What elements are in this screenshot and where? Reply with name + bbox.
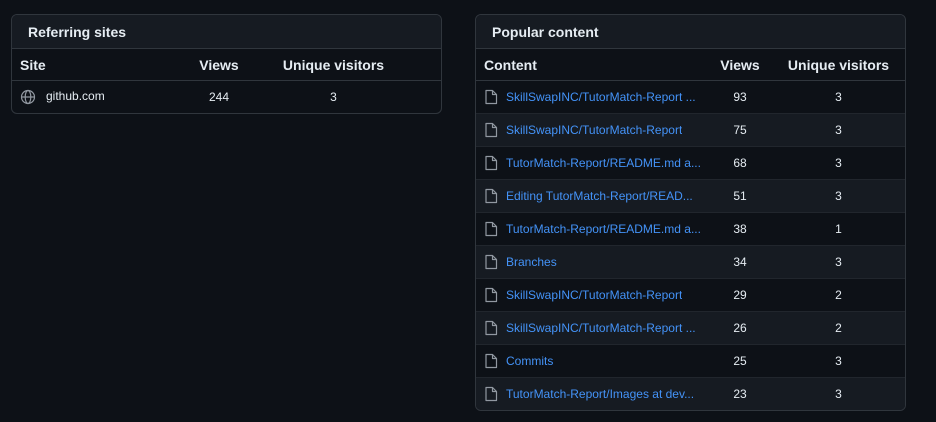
- views-value: 25: [708, 344, 772, 378]
- table-row[interactable]: SkillSwapINC/TutorMatch-Report 75 3: [476, 113, 905, 147]
- column-header-views: Views: [172, 49, 266, 81]
- file-icon: [484, 155, 498, 171]
- unique-visitors-value: 1: [772, 212, 905, 246]
- referring-sites-table: Site Views Unique visitors github.com 24…: [12, 49, 441, 113]
- unique-visitors-value: 3: [772, 113, 905, 147]
- popular-content-table: Content Views Unique visitors SkillSwapI…: [476, 49, 905, 410]
- table-row[interactable]: Branches 34 3: [476, 245, 905, 279]
- views-value: 38: [708, 212, 772, 246]
- views-value: 26: [708, 311, 772, 345]
- globe-icon: [20, 89, 36, 105]
- content-cell: SkillSwapINC/TutorMatch-Report ...: [476, 311, 708, 345]
- unique-visitors-value: 2: [772, 278, 905, 312]
- views-value: 75: [708, 113, 772, 147]
- referring-sites-title: Referring sites: [12, 15, 441, 49]
- file-icon: [484, 221, 498, 237]
- site-cell: github.com: [12, 81, 172, 114]
- table-row[interactable]: Editing TutorMatch-Report/READ... 51 3: [476, 179, 905, 213]
- unique-visitors-value: 3: [772, 344, 905, 378]
- table-row[interactable]: TutorMatch-Report/README.md a... 38 1: [476, 212, 905, 246]
- content-cell: Commits: [476, 344, 708, 378]
- unique-visitors-value: 3: [772, 245, 905, 279]
- content-cell: TutorMatch-Report/Images at dev...: [476, 377, 708, 410]
- views-value: 29: [708, 278, 772, 312]
- popular-content-panel: Popular content Content Views Unique vis…: [475, 14, 906, 411]
- table-row[interactable]: Commits 25 3: [476, 344, 905, 378]
- content-cell: SkillSwapINC/TutorMatch-Report ...: [476, 81, 708, 114]
- content-cell: TutorMatch-Report/README.md a...: [476, 146, 708, 180]
- table-row[interactable]: SkillSwapINC/TutorMatch-Report ... 93 3: [476, 81, 905, 114]
- column-header-content: Content: [476, 49, 708, 81]
- content-cell: TutorMatch-Report/README.md a...: [476, 212, 708, 246]
- file-icon: [484, 320, 498, 336]
- table-row[interactable]: github.com 244 3: [12, 81, 441, 114]
- views-value: 34: [708, 245, 772, 279]
- referring-sites-panel: Referring sites Site Views Unique visito…: [11, 14, 442, 114]
- unique-visitors-value: 3: [772, 179, 905, 213]
- content-link[interactable]: SkillSwapINC/TutorMatch-Report: [506, 123, 682, 137]
- column-header-views: Views: [708, 49, 772, 81]
- content-cell: SkillSwapINC/TutorMatch-Report: [476, 278, 708, 312]
- file-icon: [484, 188, 498, 204]
- file-icon: [484, 89, 498, 105]
- unique-visitors-value: 3: [772, 377, 905, 410]
- site-name: github.com: [46, 89, 105, 104]
- table-row[interactable]: SkillSwapINC/TutorMatch-Report 29 2: [476, 278, 905, 312]
- views-value: 51: [708, 179, 772, 213]
- content-cell: Editing TutorMatch-Report/READ...: [476, 179, 708, 213]
- content-link[interactable]: SkillSwapINC/TutorMatch-Report: [506, 288, 682, 302]
- column-header-unique-visitors: Unique visitors: [772, 49, 905, 81]
- views-value: 93: [733, 90, 747, 104]
- table-row[interactable]: TutorMatch-Report/README.md a... 68 3: [476, 146, 905, 180]
- popular-content-title: Popular content: [476, 15, 905, 49]
- views-value: 244: [208, 90, 230, 104]
- unique-visitors-value: 2: [772, 311, 905, 345]
- content-cell: SkillSwapINC/TutorMatch-Report: [476, 113, 708, 147]
- table-row[interactable]: TutorMatch-Report/Images at dev... 23 3: [476, 377, 905, 410]
- file-icon: [484, 254, 498, 270]
- file-icon: [484, 353, 498, 369]
- unique-visitors-value: 3: [835, 90, 842, 104]
- table-row[interactable]: SkillSwapINC/TutorMatch-Report ... 26 2: [476, 311, 905, 345]
- views-value: 23: [708, 377, 772, 410]
- content-cell: Branches: [476, 245, 708, 279]
- file-icon: [484, 386, 498, 402]
- column-header-unique-visitors: Unique visitors: [266, 49, 441, 81]
- content-link[interactable]: Editing TutorMatch-Report/READ...: [506, 189, 693, 203]
- content-link[interactable]: TutorMatch-Report/Images at dev...: [506, 387, 694, 401]
- column-header-site: Site: [12, 49, 172, 81]
- content-link[interactable]: TutorMatch-Report/README.md a...: [506, 222, 701, 236]
- content-link[interactable]: TutorMatch-Report/README.md a...: [506, 156, 701, 170]
- content-link[interactable]: Branches: [506, 255, 557, 269]
- content-link[interactable]: SkillSwapINC/TutorMatch-Report ...: [506, 90, 696, 104]
- file-icon: [484, 122, 498, 138]
- file-icon: [484, 287, 498, 303]
- content-link[interactable]: Commits: [506, 354, 553, 368]
- unique-visitors-value: 3: [772, 146, 905, 180]
- content-link[interactable]: SkillSwapINC/TutorMatch-Report ...: [506, 321, 696, 335]
- unique-visitors-value: 3: [330, 90, 337, 104]
- views-value: 68: [708, 146, 772, 180]
